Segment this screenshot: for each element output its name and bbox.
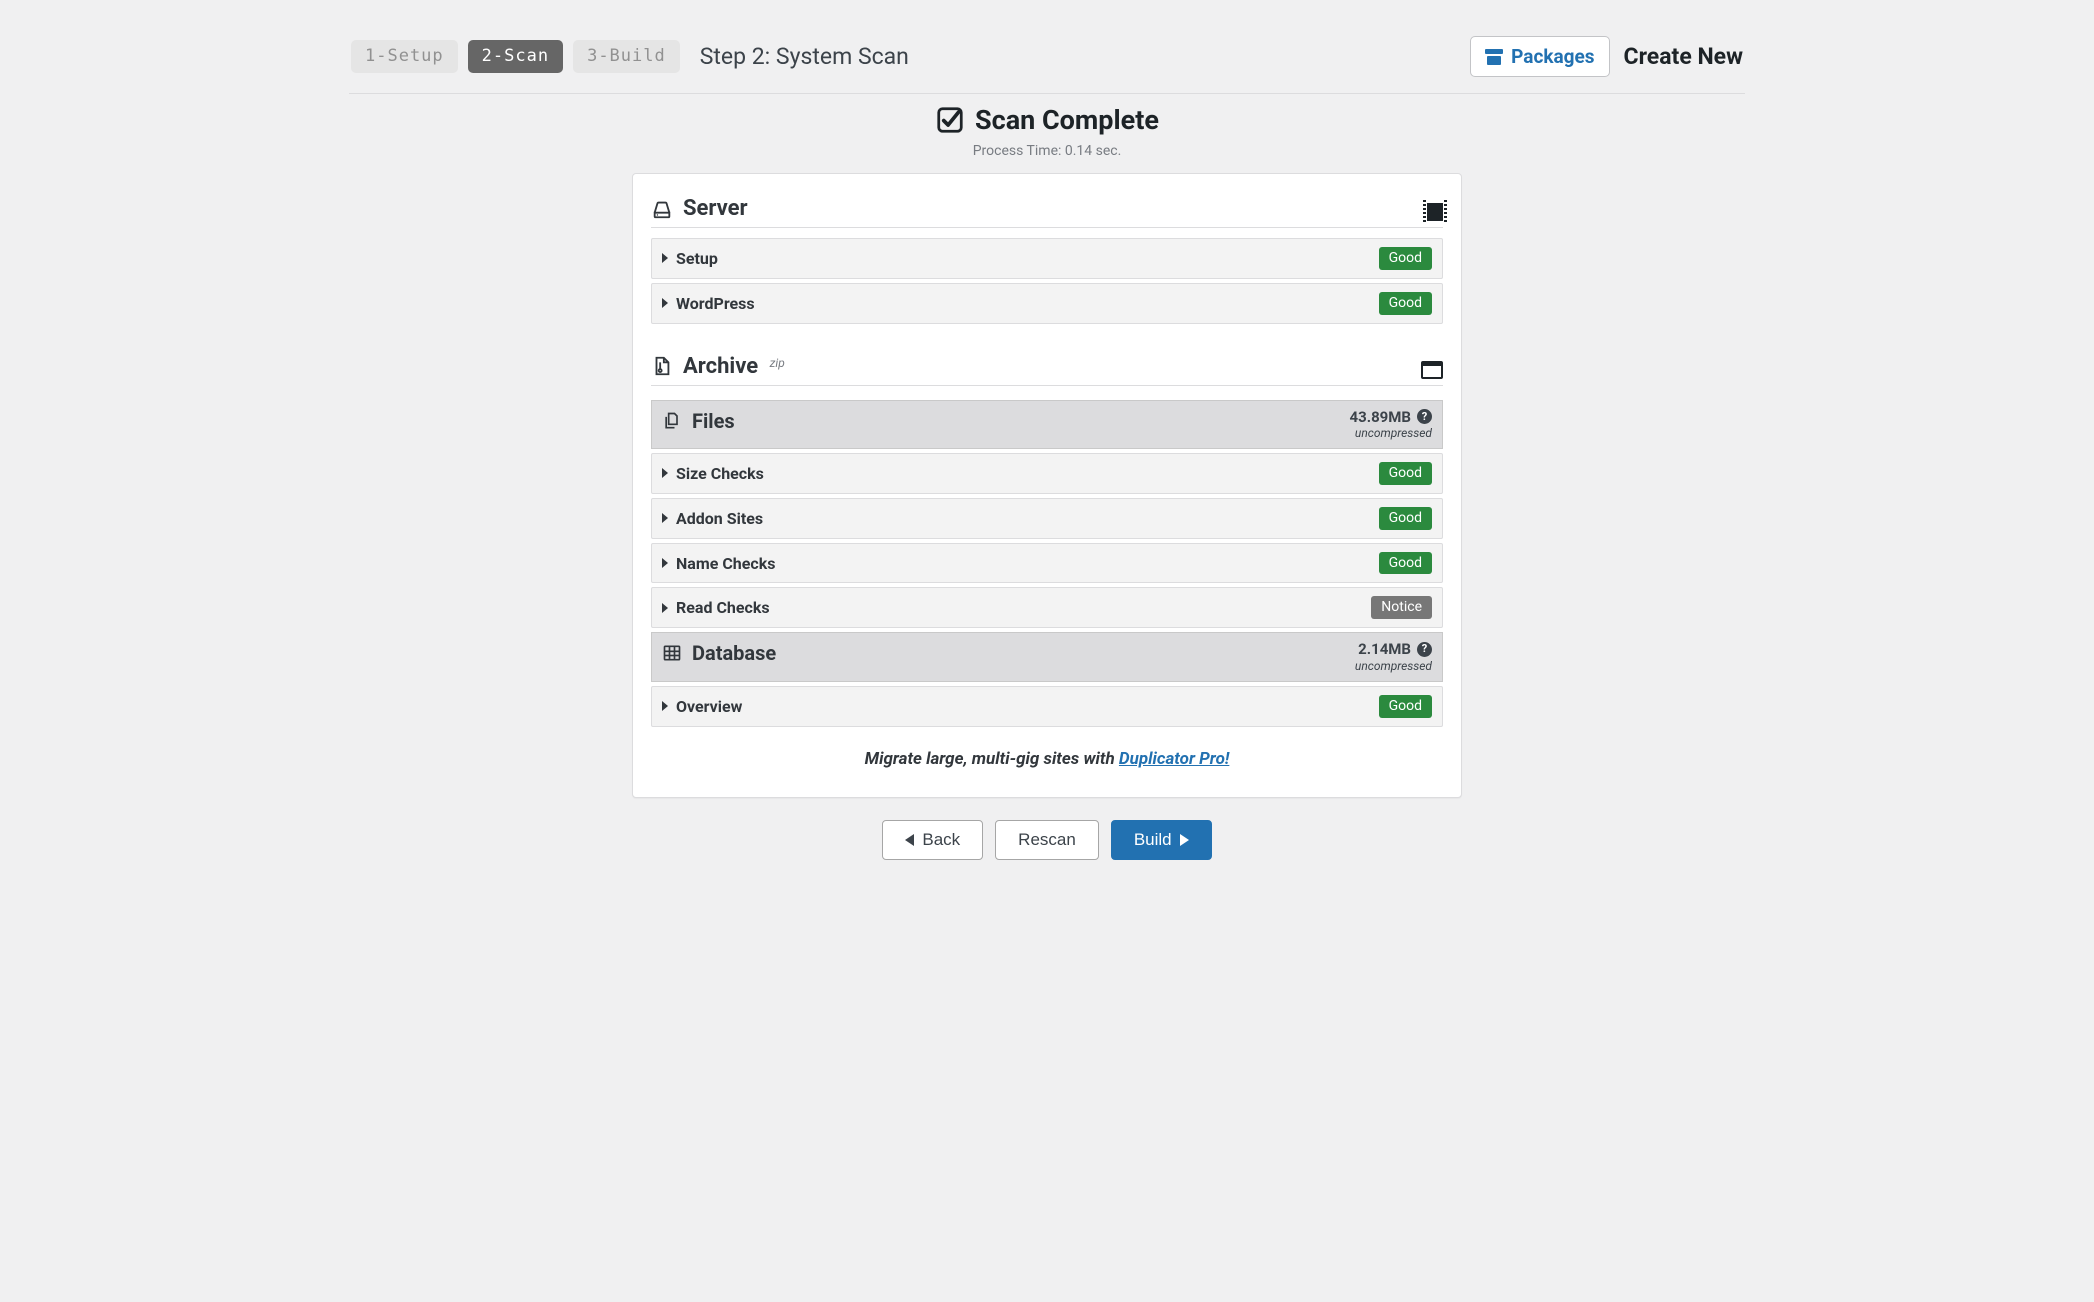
row-label: Addon Sites <box>676 509 763 528</box>
triangle-left-icon <box>905 834 914 846</box>
row-label: Name Checks <box>676 554 776 573</box>
help-icon[interactable]: ? <box>1417 642 1432 657</box>
caret-right-icon <box>662 298 668 308</box>
window-icon[interactable] <box>1421 361 1443 379</box>
top-bar: 1-Setup 2-Scan 3-Build Step 2: System Sc… <box>349 36 1745 94</box>
status-badge: Notice <box>1371 596 1432 619</box>
scan-title: Scan Complete <box>975 104 1159 136</box>
database-title: Database <box>692 641 776 665</box>
hdd-icon <box>651 198 673 220</box>
scan-process-time: Process Time: 0.14 sec. <box>349 143 1745 159</box>
database-uncompressed-label: uncompressed <box>1355 660 1432 673</box>
scan-header: Scan Complete Process Time: 0.14 sec. <box>349 104 1745 159</box>
server-section-header: Server <box>651 196 1443 228</box>
server-row-wordpress[interactable]: WordPress Good <box>651 283 1443 324</box>
packages-label: Packages <box>1511 45 1594 68</box>
server-row-label: WordPress <box>676 294 755 313</box>
row-label: Overview <box>676 697 742 716</box>
files-row-name-checks[interactable]: Name Checks Good <box>651 543 1443 584</box>
files-subheader: Files 43.89MB ? uncompressed <box>651 400 1443 449</box>
status-badge: Good <box>1379 507 1432 530</box>
table-icon <box>662 643 682 663</box>
duplicator-pro-link[interactable]: Duplicator Pro! <box>1119 749 1229 769</box>
triangle-right-icon <box>1180 834 1189 846</box>
archive-section-header: Archive zip <box>651 354 1443 386</box>
server-section-title: Server <box>683 196 748 221</box>
server-row-setup[interactable]: Setup Good <box>651 238 1443 279</box>
status-badge: Good <box>1379 552 1432 575</box>
promo-text: Migrate large, multi-gig sites with Dupl… <box>651 749 1443 769</box>
footer-actions: Back Rescan Build <box>632 820 1462 860</box>
rescan-button[interactable]: Rescan <box>995 820 1099 860</box>
files-size: 43.89MB <box>1350 409 1411 426</box>
scan-panel: Server Setup Good WordPress Good <box>632 173 1462 798</box>
caret-right-icon <box>662 701 668 711</box>
packages-icon <box>1485 49 1503 65</box>
step-3-build[interactable]: 3-Build <box>573 40 680 73</box>
caret-right-icon <box>662 558 668 568</box>
archive-section-title: Archive <box>683 354 758 379</box>
step-2-scan[interactable]: 2-Scan <box>468 40 563 73</box>
caret-right-icon <box>662 253 668 263</box>
database-size: 2.14MB <box>1358 641 1411 658</box>
files-uncompressed-label: uncompressed <box>1350 427 1432 440</box>
caret-right-icon <box>662 603 668 613</box>
chip-icon[interactable] <box>1427 203 1443 221</box>
caret-right-icon <box>662 513 668 523</box>
step-1-setup[interactable]: 1-Setup <box>351 40 458 73</box>
status-badge: Good <box>1379 695 1432 718</box>
step-title: Step 2: System Scan <box>700 43 909 70</box>
back-button[interactable]: Back <box>882 820 983 860</box>
files-row-read-checks[interactable]: Read Checks Notice <box>651 587 1443 628</box>
file-archive-icon <box>651 355 673 377</box>
files-row-size-checks[interactable]: Size Checks Good <box>651 453 1443 494</box>
create-new-label: Create New <box>1624 43 1743 70</box>
status-badge: Good <box>1379 292 1432 315</box>
status-badge: Good <box>1379 247 1432 270</box>
row-label: Read Checks <box>676 598 770 617</box>
database-subheader: Database 2.14MB ? uncompressed <box>651 632 1443 681</box>
checkbox-checked-icon <box>935 105 965 135</box>
packages-button[interactable]: Packages <box>1470 36 1609 77</box>
files-title: Files <box>692 409 735 433</box>
row-label: Size Checks <box>676 464 764 483</box>
files-row-addon-sites[interactable]: Addon Sites Good <box>651 498 1443 539</box>
caret-right-icon <box>662 468 668 478</box>
status-badge: Good <box>1379 462 1432 485</box>
build-button[interactable]: Build <box>1111 820 1212 860</box>
files-icon <box>662 411 682 431</box>
help-icon[interactable]: ? <box>1417 409 1432 424</box>
database-row-overview[interactable]: Overview Good <box>651 686 1443 727</box>
server-row-label: Setup <box>676 249 718 268</box>
archive-format: zip <box>770 356 785 370</box>
